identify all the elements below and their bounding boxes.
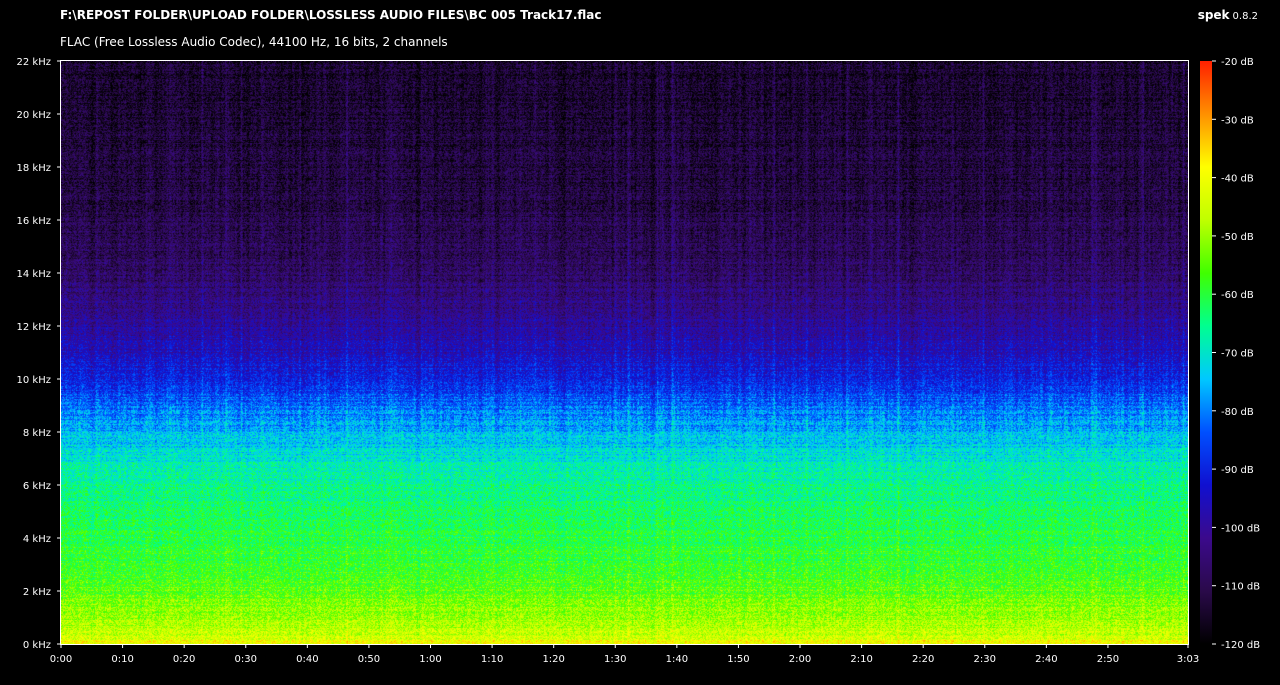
colorbar-tick-label: -60 dB: [1221, 290, 1254, 301]
colorbar-tick-label: -110 dB: [1221, 582, 1260, 593]
y-tick-label: 22 kHz: [17, 57, 51, 68]
x-tick-label: 1:20: [542, 654, 564, 665]
y-tick-label: 12 kHz: [17, 322, 51, 333]
y-tick-label: 20 kHz: [17, 110, 51, 121]
y-tick-label: 0 kHz: [23, 640, 51, 651]
colorbar-tick-label: -120 dB: [1221, 640, 1260, 651]
x-axis: 0:00 0:10 0:20 0:30 0:40 0:50 1:00 1:10 1:20 1:30…: [50, 644, 1199, 665]
x-tick-label: 0:10: [111, 654, 133, 665]
x-tick-label: 0:00: [50, 654, 72, 665]
colorbar-tick-label: -40 dB: [1221, 174, 1254, 185]
colorbar-tick-label: -80 dB: [1221, 407, 1254, 418]
y-tick-label: 14 kHz: [17, 269, 51, 280]
x-tick-label: 2:00: [789, 654, 811, 665]
x-tick-label: 3:03: [1177, 654, 1199, 665]
x-tick-label: 0:20: [173, 654, 195, 665]
colorbar-tick-label: -50 dB: [1221, 232, 1254, 243]
y-tick-label: 8 kHz: [23, 428, 51, 439]
x-tick-label: 2:30: [974, 654, 996, 665]
x-tick-label: 0:50: [358, 654, 380, 665]
colorbar-tick-label: -100 dB: [1221, 523, 1260, 534]
x-tick-label: 2:50: [1097, 654, 1119, 665]
colorbar-tick-label: -30 dB: [1221, 115, 1254, 126]
colorbar-axis: -20 dB -30 dB -40 dB -50 dB -60 dB -70 dB -80 …: [1212, 57, 1260, 651]
y-tick-label: 6 kHz: [23, 481, 51, 492]
colorbar: [1200, 61, 1212, 644]
y-axis: 0 kHz 2 kHz 4 kHz 6 kHz 8 kHz 10 kHz 12 kHz 14 …: [17, 57, 61, 651]
x-tick-label: 2:10: [850, 654, 872, 665]
y-tick-label: 2 kHz: [23, 587, 51, 598]
y-tick-label: 18 kHz: [17, 163, 51, 174]
x-tick-label: 0:40: [296, 654, 318, 665]
x-tick-label: 1:30: [604, 654, 626, 665]
colorbar-tick-label: -20 dB: [1221, 57, 1254, 68]
x-tick-label: 1:00: [419, 654, 441, 665]
x-tick-label: 2:20: [912, 654, 934, 665]
x-tick-label: 1:10: [481, 654, 503, 665]
spectrogram-chart: 0:00 0:10 0:20 0:30 0:40 0:50 1:00 1:10 1:20 1:30…: [17, 57, 1261, 665]
x-tick-label: 1:50: [727, 654, 749, 665]
y-tick-label: 4 kHz: [23, 534, 51, 545]
spectrogram-plot-area: [61, 61, 1188, 644]
x-tick-label: 2:40: [1035, 654, 1057, 665]
spek-window: F:\REPOST FOLDER\UPLOAD FOLDER\LOSSLESS …: [0, 0, 1280, 685]
y-tick-label: 10 kHz: [17, 375, 51, 386]
y-tick-label: 16 kHz: [17, 216, 51, 227]
colorbar-tick-label: -70 dB: [1221, 349, 1254, 360]
colorbar-tick-label: -90 dB: [1221, 465, 1254, 476]
x-tick-label: 0:30: [235, 654, 257, 665]
x-tick-label: 1:40: [666, 654, 688, 665]
